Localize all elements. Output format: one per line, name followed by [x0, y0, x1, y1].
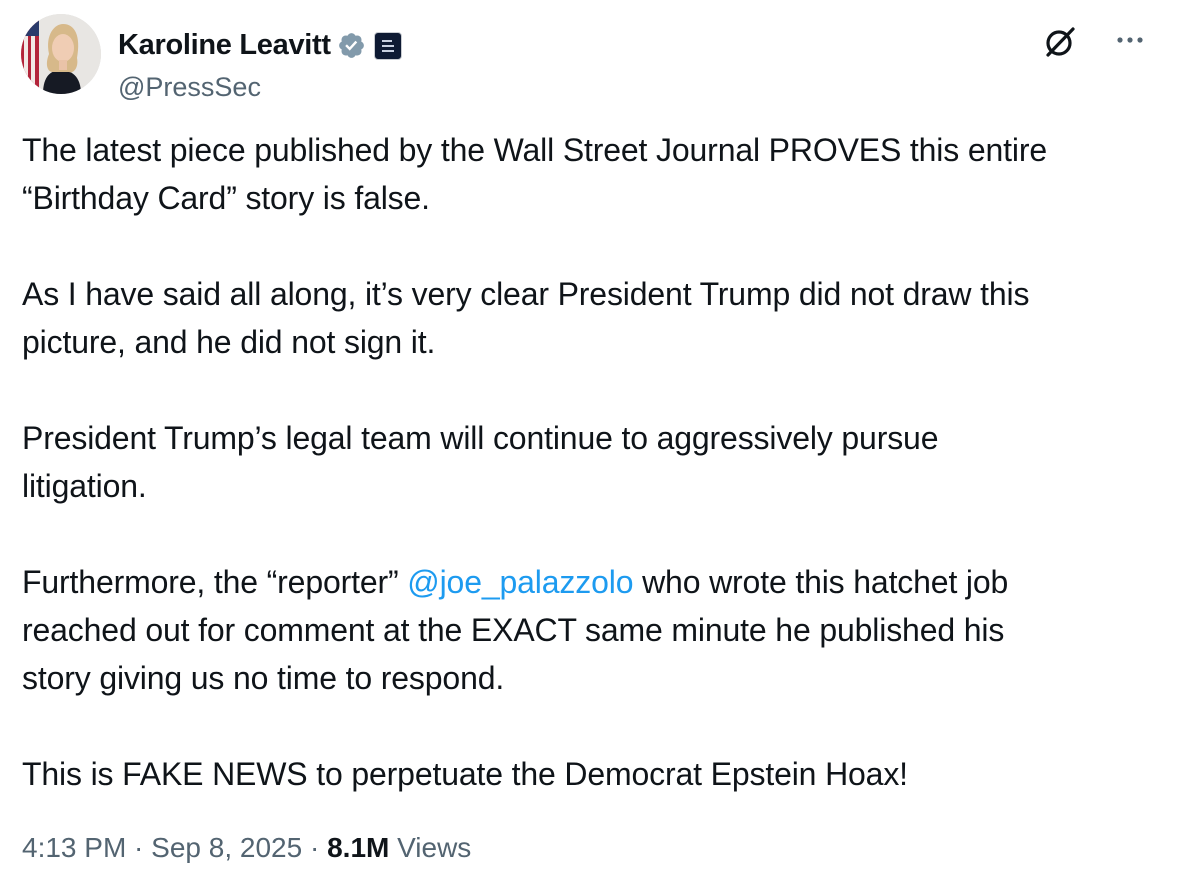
tweet-card: Karoline Leavitt @PressSec The latest pi… — [0, 0, 1180, 886]
timestamp-time[interactable]: 4:13 PM — [22, 832, 126, 863]
tweet-meta: 4:13 PM · Sep 8, 2025 · 8.1M Views — [22, 832, 471, 864]
mention-link[interactable]: @joe_palazzolo — [407, 564, 633, 600]
views-count[interactable]: 8.1M — [327, 832, 389, 863]
verified-badge-icon[interactable] — [337, 31, 366, 60]
tweet-header: Karoline Leavitt @PressSec — [21, 14, 1160, 102]
tweet-paragraph-3: President Trump’s legal team will contin… — [22, 420, 939, 504]
white-house-badge-icon[interactable] — [373, 31, 402, 60]
tweet-paragraph-4-start: Furthermore, the “reporter” — [22, 564, 408, 600]
tweet-text: The latest piece published by the Wall S… — [22, 126, 1152, 798]
timestamp-date[interactable]: Sep 8, 2025 — [151, 832, 302, 863]
tweet-paragraph-2: As I have said all along, it’s very clea… — [22, 276, 1030, 360]
meta-separator: · — [302, 832, 328, 863]
display-name[interactable]: Karoline Leavitt — [118, 29, 331, 62]
grok-icon[interactable] — [1042, 24, 1078, 60]
views-label: Views — [389, 832, 472, 863]
more-options-icon[interactable] — [1112, 30, 1148, 50]
meta-separator: · — [126, 832, 152, 863]
name-row: Karoline Leavitt — [118, 29, 402, 62]
profile-photo-icon — [21, 14, 101, 94]
tweet-paragraph-1: The latest piece published by the Wall S… — [22, 132, 1047, 216]
tweet-paragraph-5: This is FAKE NEWS to perpetuate the Demo… — [22, 756, 908, 792]
avatar[interactable] — [21, 14, 101, 94]
handle[interactable]: @PressSec — [118, 72, 261, 103]
